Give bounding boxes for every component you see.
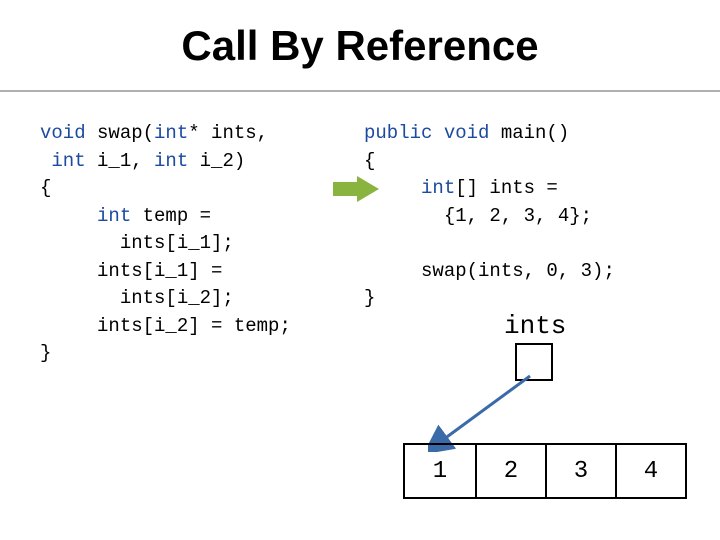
array-cell-1: 2: [475, 445, 545, 497]
code-block-right: public void main() { int[] ints = {1, 2,…: [364, 120, 694, 313]
array-row: 1 2 3 4: [403, 443, 687, 499]
kw-int: int: [40, 205, 131, 227]
kw-int: int: [40, 150, 86, 172]
ints-variable-label: ints: [504, 311, 566, 341]
kw-public-void: public void: [364, 122, 489, 144]
array-cell-0: 1: [405, 445, 475, 497]
kw-int: int: [154, 150, 188, 172]
slide-title: Call By Reference: [0, 22, 720, 70]
title-underline: [0, 90, 720, 92]
slide: Call By Reference void swap(int* ints, i…: [0, 0, 720, 540]
code-block-left: void swap(int* ints, int i_1, int i_2) {…: [40, 120, 340, 368]
array-cell-2: 3: [545, 445, 615, 497]
array-cell-3: 4: [615, 445, 685, 497]
kw-int: int: [154, 122, 188, 144]
execution-arrow-icon: [333, 176, 379, 207]
kw-void: void: [40, 122, 86, 144]
